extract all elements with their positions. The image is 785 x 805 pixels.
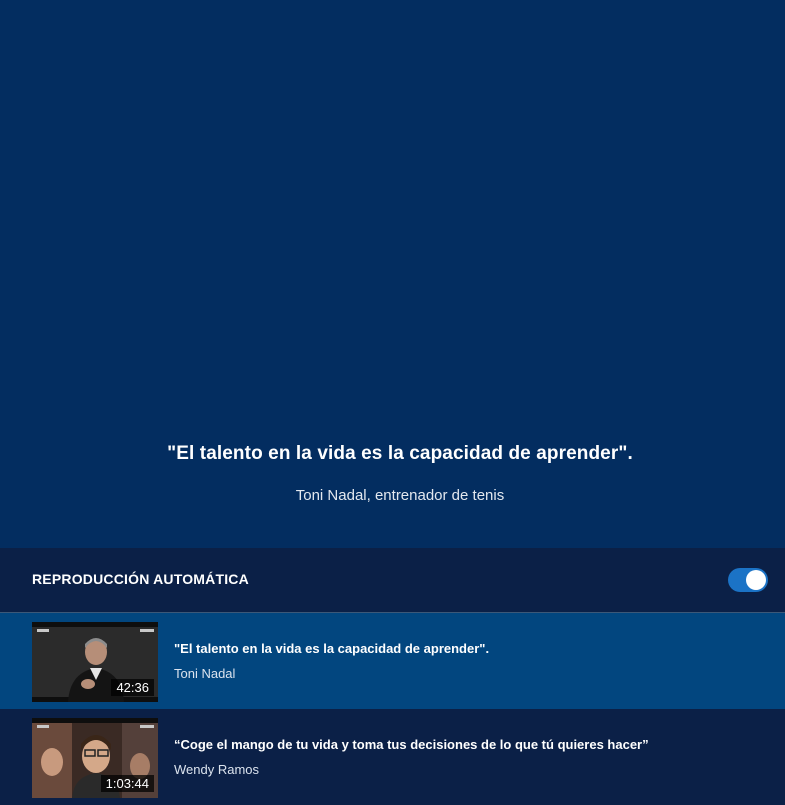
autoplay-toggle[interactable]	[728, 568, 768, 592]
video-thumbnail[interactable]: 1:03:44	[32, 718, 158, 798]
video-thumbnail[interactable]: 42:36	[32, 622, 158, 702]
playlist-item[interactable]: 1:03:44 “Coge el mango de tu vida y toma…	[0, 709, 785, 805]
playlist-item-author: Wendy Ramos	[174, 762, 260, 777]
video-duration: 42:36	[111, 679, 154, 696]
playlist-item-title: "El talento en la vida es la capacidad d…	[174, 641, 490, 656]
video-player[interactable]: "El talento en la vida es la capacidad d…	[0, 0, 785, 548]
autoplay-bar: REPRODUCCIÓN AUTOMÁTICA	[0, 548, 785, 613]
toggle-knob	[746, 570, 766, 590]
playlist-item-author: Toni Nadal	[174, 666, 236, 681]
video-quote-author: Toni Nadal, entrenador de tenis	[295, 487, 505, 504]
video-duration: 1:03:44	[100, 775, 154, 792]
playlist-item-title: “Coge el mango de tu vida y toma tus dec…	[174, 737, 649, 752]
playlist-item[interactable]: 42:36 "El talento en la vida es la capac…	[0, 613, 785, 709]
autoplay-label: REPRODUCCIÓN AUTOMÁTICA	[32, 571, 249, 587]
video-quote-title: "El talento en la vida es la capacidad d…	[167, 443, 633, 464]
